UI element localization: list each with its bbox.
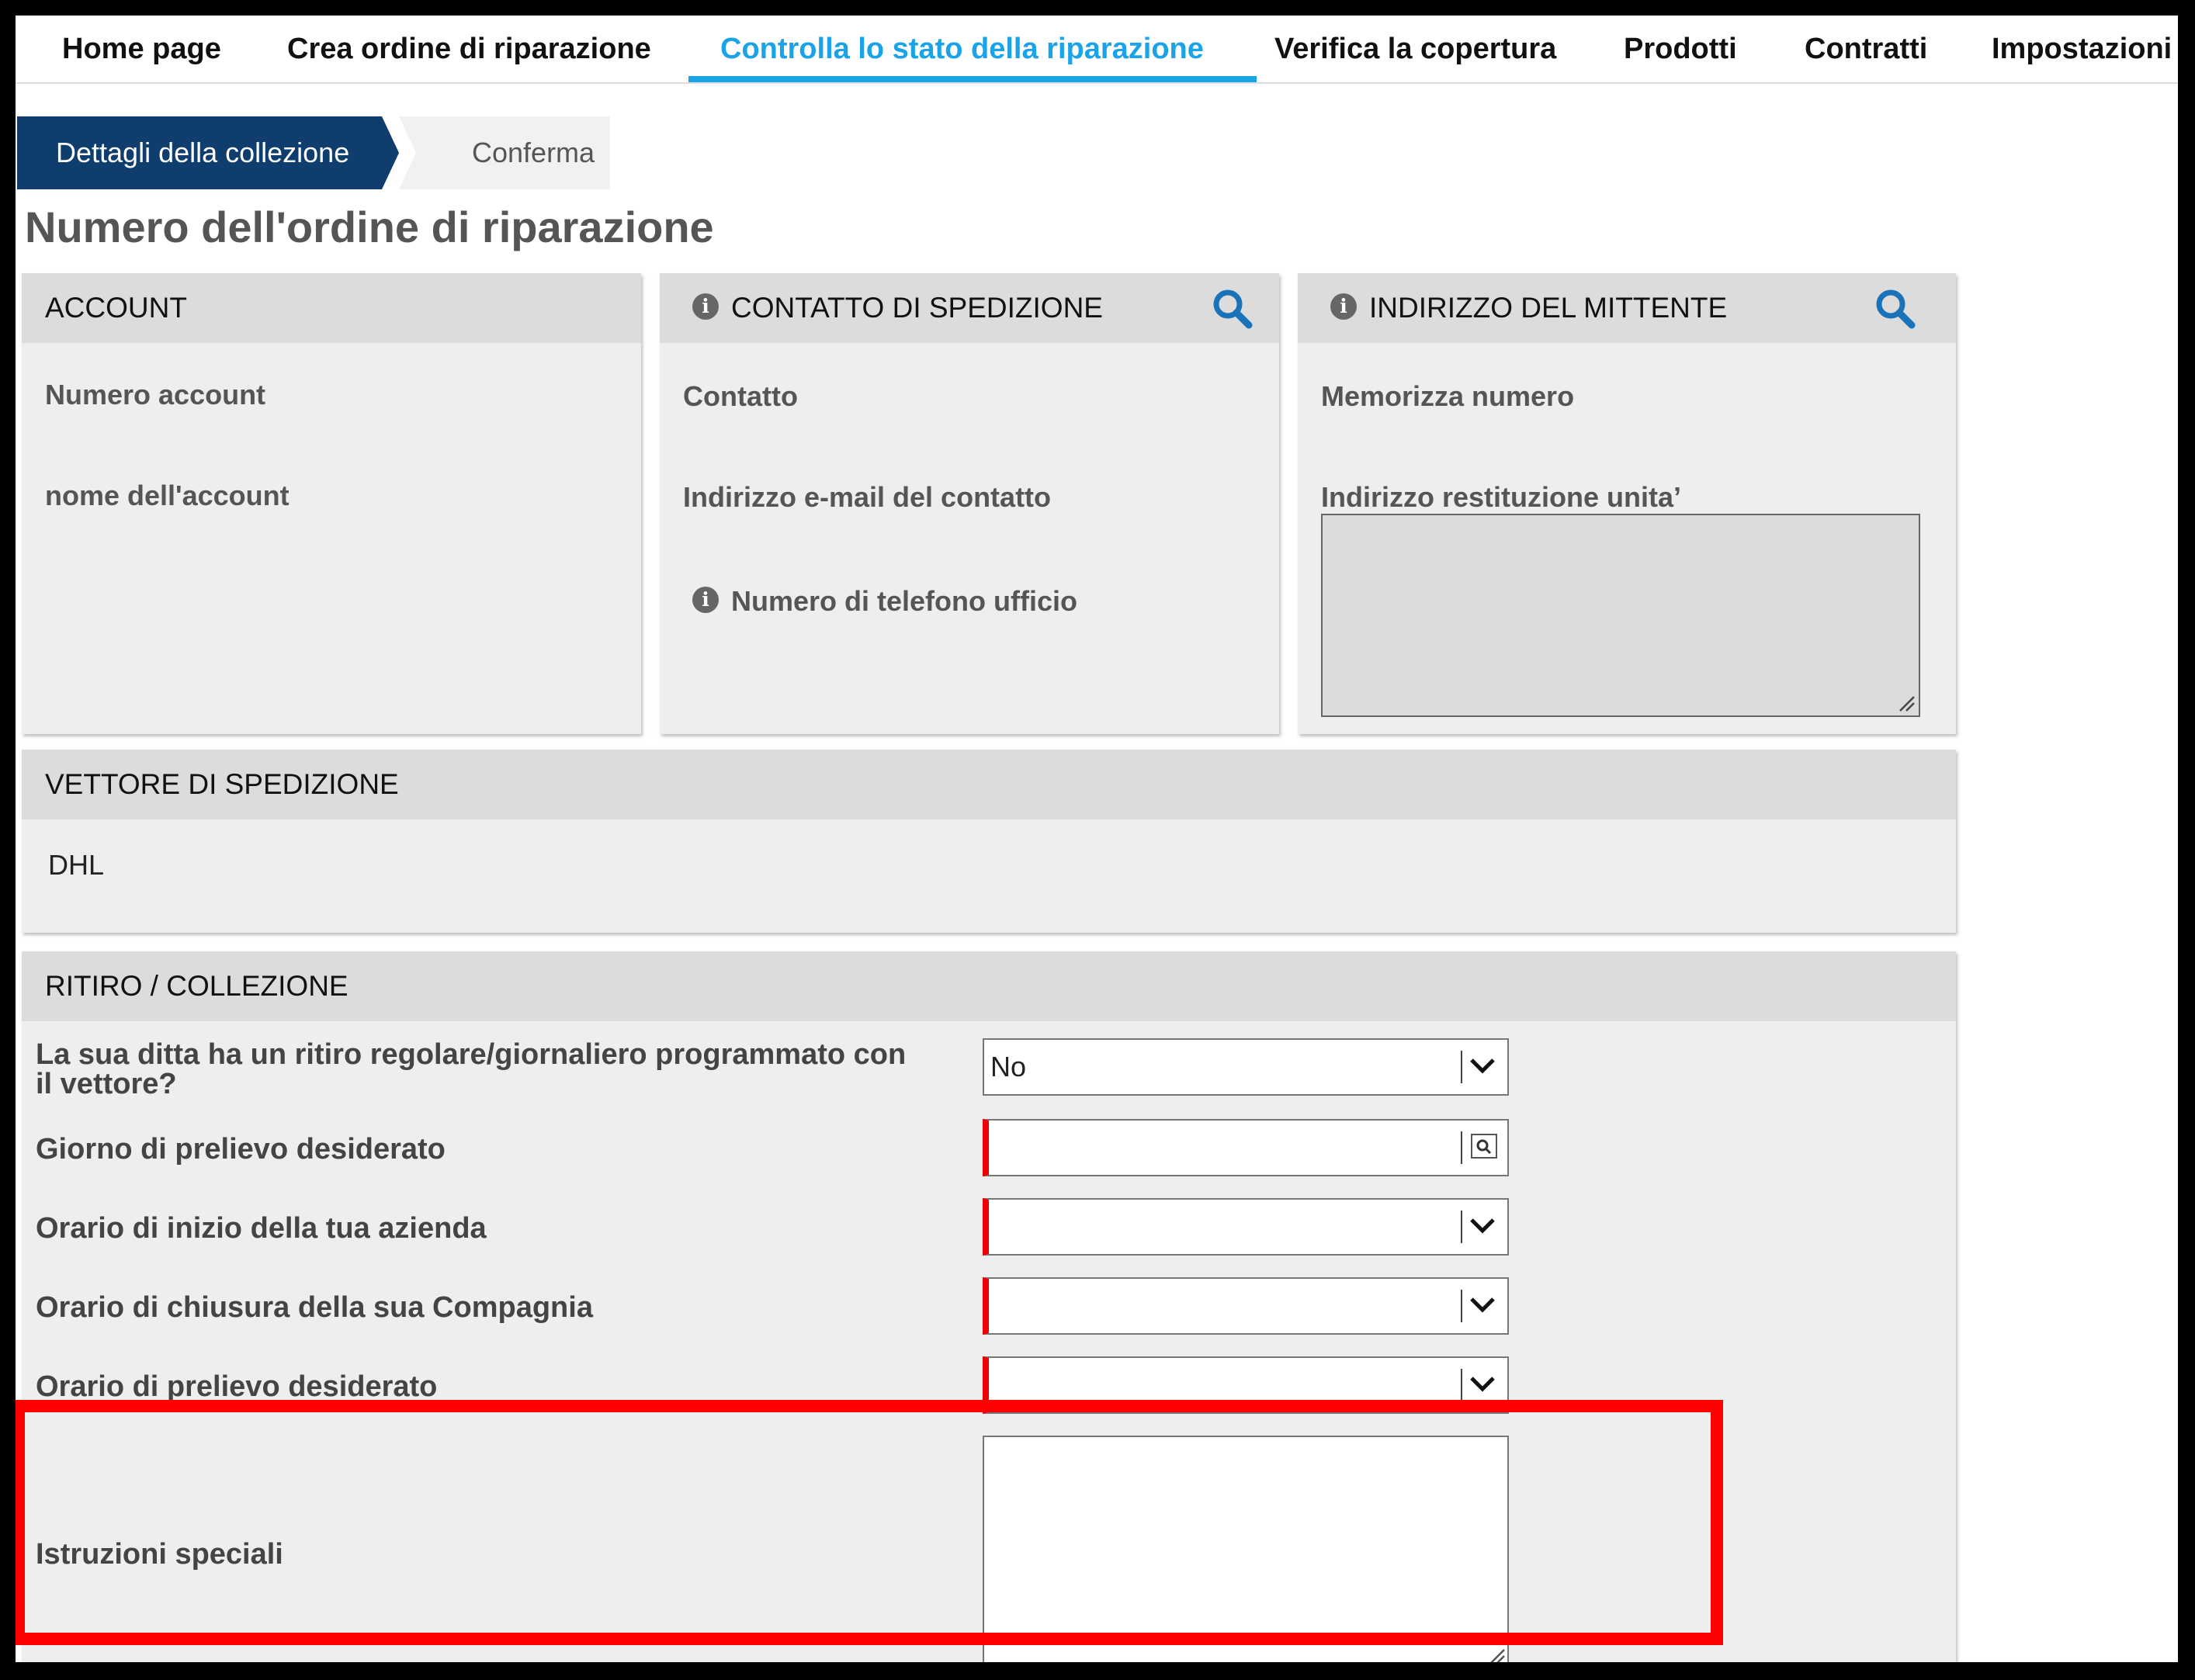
business-open-time-label: Orario di inizio della tua azienda bbox=[36, 1212, 487, 1245]
special-instructions-label: Istruzioni speciali bbox=[36, 1538, 283, 1571]
chevron-down-icon bbox=[1470, 1218, 1495, 1234]
nav-settings[interactable]: Impostazioni bbox=[1992, 16, 2172, 82]
pickup-day-label: Giorno di prelievo desiderato bbox=[36, 1133, 446, 1166]
office-phone-label-wrap: i Numero di telefono ufficio bbox=[692, 585, 1077, 618]
wizard-step-label: Dettagli della collezione bbox=[56, 137, 350, 168]
account-panel-header: ACCOUNT bbox=[22, 273, 641, 343]
info-icon: i bbox=[692, 293, 719, 320]
separator bbox=[1461, 1051, 1462, 1083]
calendar-lookup-icon[interactable] bbox=[1469, 1131, 1500, 1162]
nav-create-repair-order[interactable]: Crea ordine di riparazione bbox=[287, 16, 651, 82]
regular-pickup-select[interactable]: No bbox=[983, 1038, 1509, 1096]
carrier-value: DHL bbox=[48, 849, 105, 881]
separator bbox=[1461, 1211, 1462, 1243]
contact-email-label: Indirizzo e-mail del contatto bbox=[683, 481, 1052, 513]
panel-title: INDIRIZZO DEL MITTENTE bbox=[1369, 292, 1728, 324]
top-navigation: Home page Crea ordine di riparazione Con… bbox=[16, 16, 2178, 84]
panel-title: CONTATTO DI SPEDIZIONE bbox=[731, 292, 1103, 324]
pickup-day-input[interactable] bbox=[983, 1119, 1509, 1176]
wizard-step-confirm[interactable]: Conferma bbox=[399, 116, 610, 189]
pickup-time-select[interactable] bbox=[983, 1356, 1509, 1414]
sender-address-panel: i INDIRIZZO DEL MITTENTE Memorizza numero… bbox=[1298, 273, 1956, 734]
return-address-label: Indirizzo restituzione unita’ bbox=[1321, 481, 1682, 513]
pickup-panel-header: RITIRO / COLLEZIONE bbox=[22, 951, 1956, 1021]
wizard-step-collection-details[interactable]: Dettagli della collezione bbox=[17, 116, 399, 189]
special-instructions-textarea[interactable] bbox=[983, 1436, 1509, 1662]
shipping-contact-panel: i CONTATTO DI SPEDIZIONE Contatto Indiriz… bbox=[660, 273, 1279, 734]
store-number-label: Memorizza numero bbox=[1321, 380, 1575, 412]
business-close-time-select[interactable] bbox=[983, 1277, 1509, 1335]
nav-home[interactable]: Home page bbox=[62, 16, 221, 82]
nav-products[interactable]: Prodotti bbox=[1624, 16, 1737, 82]
info-icon: i bbox=[692, 587, 719, 614]
regular-pickup-value: No bbox=[990, 1051, 1027, 1082]
active-tab-underline bbox=[688, 76, 1257, 82]
nav-contracts[interactable]: Contratti bbox=[1805, 16, 1927, 82]
carrier-panel: VETTORE DI SPEDIZIONE DHL bbox=[22, 750, 1956, 933]
nav-check-repair-status[interactable]: Controlla lo stato della riparazione bbox=[720, 16, 1204, 82]
regular-pickup-label: La sua ditta ha un ritiro regolare/giorn… bbox=[36, 1038, 907, 1100]
shipping-contact-panel-header: i CONTATTO DI SPEDIZIONE bbox=[660, 273, 1279, 343]
panel-title: RITIRO / COLLEZIONE bbox=[45, 970, 348, 1002]
separator bbox=[1461, 1131, 1462, 1164]
search-icon[interactable] bbox=[1211, 287, 1254, 331]
business-open-time-select[interactable] bbox=[983, 1198, 1509, 1256]
panel-title: VETTORE DI SPEDIZIONE bbox=[45, 768, 399, 800]
panel-title-wrap: i INDIRIZZO DEL MITTENTE bbox=[1330, 273, 1727, 343]
resize-grip-icon[interactable] bbox=[1895, 692, 1916, 712]
panel-title: ACCOUNT bbox=[45, 292, 187, 324]
nav-verify-coverage[interactable]: Verifica la copertura bbox=[1274, 16, 1556, 82]
contact-label: Contatto bbox=[683, 380, 798, 412]
business-close-time-label: Orario di chiusura della sua Compagnia bbox=[36, 1291, 593, 1324]
panel-title-wrap: i CONTATTO DI SPEDIZIONE bbox=[692, 273, 1103, 343]
account-name-label: nome dell'account bbox=[45, 480, 290, 511]
office-phone-label: Numero di telefono ufficio bbox=[731, 585, 1077, 617]
sender-address-panel-header: i INDIRIZZO DEL MITTENTE bbox=[1298, 273, 1956, 343]
chevron-down-icon bbox=[1470, 1377, 1495, 1392]
wizard-step-label: Conferma bbox=[472, 137, 595, 168]
carrier-panel-header: VETTORE DI SPEDIZIONE bbox=[22, 750, 1956, 819]
separator bbox=[1461, 1369, 1462, 1401]
chevron-down-icon bbox=[1470, 1058, 1495, 1074]
page-title: Numero dell'ordine di riparazione bbox=[25, 203, 714, 251]
resize-grip-icon[interactable] bbox=[1486, 1645, 1506, 1662]
chevron-down-icon bbox=[1470, 1297, 1495, 1313]
account-number-label: Numero account bbox=[45, 379, 266, 410]
account-panel: ACCOUNT Numero account nome dell'account bbox=[22, 273, 641, 734]
separator bbox=[1461, 1290, 1462, 1322]
return-address-textarea[interactable] bbox=[1321, 514, 1920, 717]
search-icon[interactable] bbox=[1874, 287, 1917, 331]
info-icon: i bbox=[1330, 293, 1357, 320]
app-frame: Home page Crea ordine di riparazione Con… bbox=[16, 16, 2178, 1662]
pickup-time-label: Orario di prelievo desiderato bbox=[36, 1370, 438, 1403]
